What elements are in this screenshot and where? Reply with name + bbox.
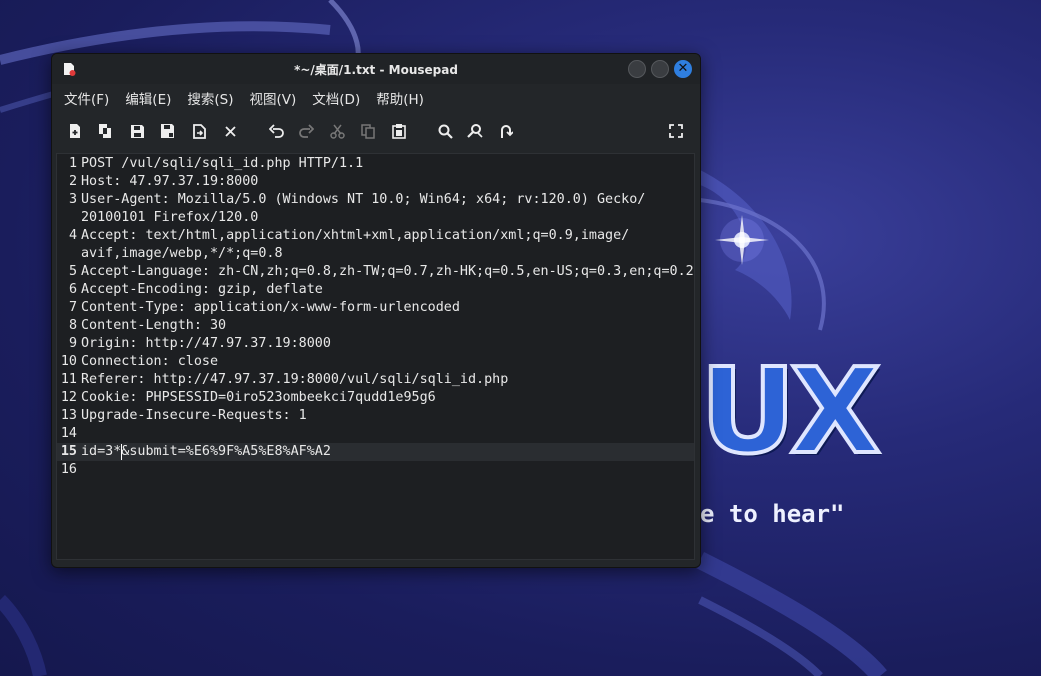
- line-text: Connection: close: [81, 354, 219, 369]
- line-number: 12: [60, 390, 77, 405]
- save-as-icon[interactable]: [159, 122, 177, 140]
- paste-icon[interactable]: [390, 122, 408, 140]
- editor-line[interactable]: 3 User-Agent: Mozilla/5.0 (Windows NT 10.…: [57, 191, 694, 209]
- editor-line[interactable]: 6 Accept-Encoding: gzip, deflate: [57, 281, 694, 299]
- line-number: 2: [68, 174, 77, 189]
- line-number: 15: [60, 444, 77, 459]
- menu-bar: 文件(F) 编辑(E) 搜索(S) 视图(V) 文档(D) 帮助(H): [52, 84, 700, 112]
- editor-line[interactable]: 13 Upgrade-Insecure-Requests: 1: [57, 407, 694, 425]
- line-text: 20100101 Firefox/120.0: [81, 210, 259, 225]
- title-bar[interactable]: *~/桌面/1.txt - Mousepad ✕: [52, 54, 700, 84]
- undo-icon[interactable]: [267, 122, 285, 140]
- new-document-icon[interactable]: [66, 122, 84, 140]
- line-text: Host: 47.97.37.19:8000: [81, 174, 259, 189]
- line-number: 8: [68, 318, 77, 333]
- minimize-button[interactable]: [628, 60, 646, 78]
- line-number: 10: [60, 354, 77, 369]
- menu-view[interactable]: 视图(V): [250, 88, 304, 108]
- menu-help[interactable]: 帮助(H): [376, 88, 431, 108]
- line-text: User-Agent: Mozilla/5.0 (Windows NT 10.0…: [81, 192, 646, 207]
- editor-line[interactable]: 7 Content-Type: application/x-www-form-ur…: [57, 299, 694, 317]
- line-number: 14: [60, 426, 77, 441]
- find-replace-icon[interactable]: [466, 122, 484, 140]
- line-text: avif,image/webp,*/*;q=0.8: [81, 246, 283, 261]
- editor-line[interactable]: 10 Connection: close: [57, 353, 694, 371]
- find-icon[interactable]: [436, 122, 454, 140]
- mousepad-app-icon: [64, 63, 76, 76]
- toolbar: [52, 112, 700, 150]
- fullscreen-icon[interactable]: [667, 122, 685, 140]
- menu-edit[interactable]: 编辑(E): [125, 88, 178, 108]
- menu-document[interactable]: 文档(D): [312, 88, 367, 108]
- reload-icon[interactable]: [190, 122, 208, 140]
- editor-line[interactable]: 1 POST /vul/sqli/sqli_id.php HTTP/1.1: [57, 155, 694, 173]
- wallpaper-tagline: e to hear": [700, 500, 845, 528]
- line-text: Referer: http://47.97.37.19:8000/vul/sql…: [81, 372, 509, 387]
- editor-line[interactable]: 4 Accept: text/html,application/xhtml+xml…: [57, 227, 694, 245]
- editor-line[interactable]: 16: [57, 461, 694, 479]
- line-number: 5: [68, 264, 77, 279]
- redo-icon[interactable]: [297, 122, 315, 140]
- line-number: 6: [68, 282, 77, 297]
- editor-line[interactable]: 15 id=3*&submit=%E6%9F%A5%E8%AF%A2: [57, 443, 694, 461]
- line-number: 1: [68, 156, 77, 171]
- close-icon: ✕: [677, 61, 689, 76]
- editor-line[interactable]: 2 Host: 47.97.37.19:8000: [57, 173, 694, 191]
- wallpaper-logo-text: UX: [698, 342, 883, 480]
- go-to-icon[interactable]: [497, 122, 515, 140]
- line-number: 11: [60, 372, 77, 387]
- line-text: Accept-Language: zh-CN,zh;q=0.8,zh-TW;q=…: [81, 264, 694, 279]
- close-window-button[interactable]: ✕: [674, 60, 692, 78]
- copy-icon[interactable]: [359, 122, 377, 140]
- editor-line[interactable]: 9 Origin: http://47.97.37.19:8000: [57, 335, 694, 353]
- text-editor-area[interactable]: 1 POST /vul/sqli/sqli_id.php HTTP/1.1 2 Hos…: [56, 153, 695, 560]
- menu-search[interactable]: 搜索(S): [187, 88, 240, 108]
- line-number: 3: [68, 192, 77, 207]
- line-text: Accept: text/html,application/xhtml+xml,…: [81, 228, 630, 243]
- line-text: Origin: http://47.97.37.19:8000: [81, 336, 331, 351]
- line-text: id=3*&submit=%E6%9F%A5%E8%AF%A2: [81, 444, 331, 459]
- text-cursor: [121, 444, 122, 460]
- line-number: 16: [60, 462, 77, 477]
- editor-line[interactable]: 14: [57, 425, 694, 443]
- editor-line[interactable]: 12 Cookie: PHPSESSID=0iro523ombeekci7qudd…: [57, 389, 694, 407]
- line-number: 7: [68, 300, 77, 315]
- editor-line[interactable]: 11 Referer: http://47.97.37.19:8000/vul/s…: [57, 371, 694, 389]
- mousepad-window: *~/桌面/1.txt - Mousepad ✕ 文件(F) 编辑(E) 搜索(…: [51, 53, 701, 568]
- cut-icon[interactable]: [328, 122, 346, 140]
- line-text: Cookie: PHPSESSID=0iro523ombeekci7qudd1e…: [81, 390, 436, 405]
- new-window-icon[interactable]: [97, 122, 115, 140]
- window-title: *~/桌面/1.txt - Mousepad: [294, 62, 458, 77]
- line-text: Content-Length: 30: [81, 318, 227, 333]
- close-document-icon[interactable]: [221, 122, 239, 140]
- line-text: Upgrade-Insecure-Requests: 1: [81, 408, 307, 423]
- editor-line[interactable]: 20100101 Firefox/120.0: [57, 209, 694, 227]
- editor-line[interactable]: avif,image/webp,*/*;q=0.8: [57, 245, 694, 263]
- maximize-button[interactable]: [651, 60, 669, 78]
- save-icon[interactable]: [128, 122, 146, 140]
- line-number: 9: [68, 336, 77, 351]
- line-number: 13: [60, 408, 77, 423]
- line-text: Accept-Encoding: gzip, deflate: [81, 282, 323, 297]
- line-number: 4: [68, 228, 77, 243]
- editor-line[interactable]: 8 Content-Length: 30: [57, 317, 694, 335]
- editor-line[interactable]: 5 Accept-Language: zh-CN,zh;q=0.8,zh-TW;q…: [57, 263, 694, 281]
- menu-file[interactable]: 文件(F): [64, 88, 116, 108]
- line-text: Content-Type: application/x-www-form-url…: [81, 300, 460, 315]
- line-text: POST /vul/sqli/sqli_id.php HTTP/1.1: [81, 156, 364, 171]
